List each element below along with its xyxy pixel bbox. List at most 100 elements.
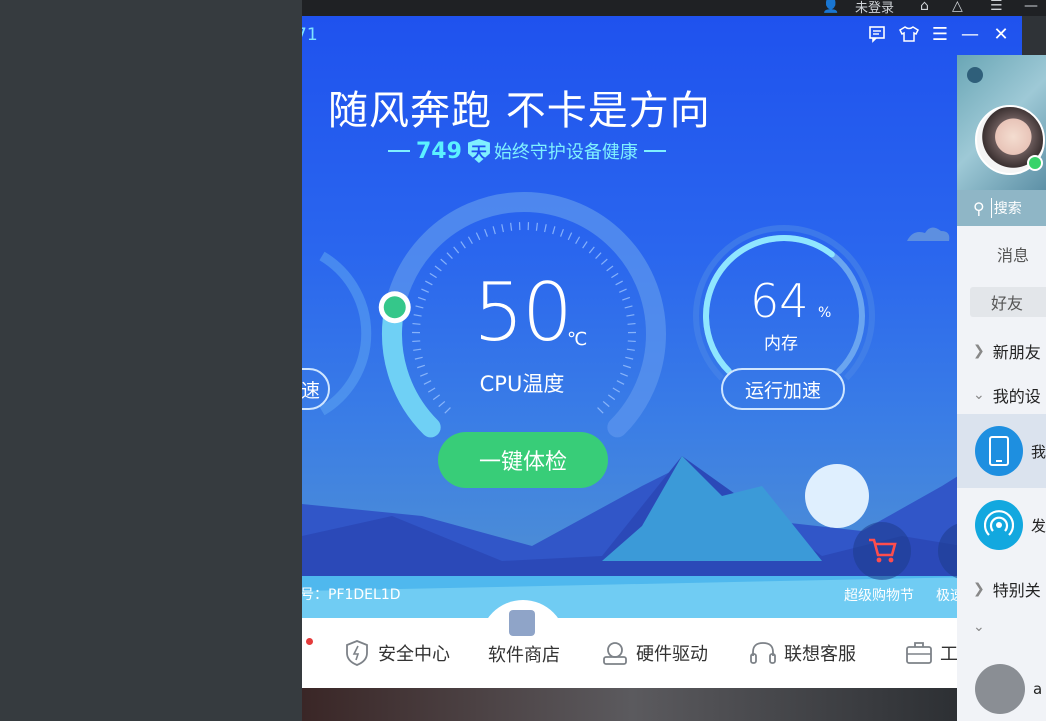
gauge-tick xyxy=(607,394,616,401)
gauge-tick xyxy=(446,252,453,259)
list-item-device-2[interactable]: 发 xyxy=(957,488,1046,562)
cloud xyxy=(907,227,950,241)
nav-toolbox[interactable]: 工 xyxy=(904,618,958,688)
home-icon[interactable]: ⌂ xyxy=(920,0,929,14)
gauge-tick xyxy=(420,372,428,377)
gauge-tick xyxy=(421,288,429,293)
gauge-tick xyxy=(413,314,422,317)
gauge-tick xyxy=(412,340,421,343)
group-label: 我的设 xyxy=(992,387,1041,406)
gauge-tick xyxy=(597,407,604,414)
gauge-tick xyxy=(415,305,424,309)
run-speedup-button[interactable]: 运行加速 xyxy=(721,368,845,410)
gauge-knob-center xyxy=(383,296,406,319)
qq-logo-icon xyxy=(967,67,983,83)
gauge-tick xyxy=(626,348,635,351)
list-item-contact[interactable]: a xyxy=(957,652,1046,721)
group-my-devices[interactable]: ⌄ 我的设 xyxy=(973,383,1041,407)
gauge-tick xyxy=(619,288,627,293)
chevron-right-icon: ❯ xyxy=(973,343,985,359)
qq-search[interactable]: ⚲ 搜索 xyxy=(957,190,1046,226)
nav-label: 软件商店 xyxy=(488,645,560,666)
gauge-tick xyxy=(467,236,473,245)
online-status-icon xyxy=(1027,155,1043,171)
tab-friends[interactable]: 好友 xyxy=(970,287,1046,317)
chevron-down-icon: ⌄ xyxy=(973,619,985,635)
list-item-device-1[interactable]: 我 xyxy=(957,414,1046,488)
gauge-tick xyxy=(427,387,436,393)
gauge-tick xyxy=(622,364,631,369)
cpu-temperature-unit: ℃ xyxy=(567,329,588,350)
bottom-navigation: 安全中心 软件商店 硬件驱动 联想客服 工 xyxy=(302,618,1022,688)
gauge-tick xyxy=(440,258,448,265)
chevron-down-icon: ⌄ xyxy=(973,387,985,403)
gauge-tick xyxy=(429,272,437,279)
device-name: 我 xyxy=(1030,442,1046,461)
login-status[interactable]: 未登录 xyxy=(855,0,894,16)
gauge-tick xyxy=(615,280,623,286)
menu-icon[interactable]: ☰ xyxy=(990,0,1003,14)
group-label: 特别关 xyxy=(992,581,1041,600)
wifi-transfer-icon xyxy=(975,500,1023,550)
avatar xyxy=(975,664,1025,714)
memory-label: 内存 xyxy=(764,334,798,354)
nav-customer-service[interactable]: 联想客服 xyxy=(748,618,856,688)
device-name: 发 xyxy=(1030,516,1046,535)
shopping-festival-label[interactable]: 超级购物节 xyxy=(844,585,914,605)
gauge-tick xyxy=(588,246,595,254)
gauge-tick xyxy=(414,356,423,360)
group-special-care[interactable]: ❯ 特别关 xyxy=(973,577,1041,601)
qq-header xyxy=(957,55,1046,190)
gauge-tick xyxy=(453,246,460,254)
bag-icon[interactable] xyxy=(509,610,535,636)
gauge-tick xyxy=(475,232,481,241)
serial-number: 号：PF1DEL1D xyxy=(302,587,401,603)
memory-usage-value: 64 xyxy=(750,274,809,328)
cart-icon[interactable] xyxy=(853,522,911,580)
tablet-icon xyxy=(975,426,1023,476)
group-label: 新朋友 xyxy=(992,343,1041,362)
nav-label: 工 xyxy=(940,644,958,665)
top-taskbar: 👤 未登录 ⌂ △ ☰ — xyxy=(302,0,1046,16)
gauge-tick xyxy=(567,232,573,241)
background-strip xyxy=(302,688,962,721)
nav-hardware-drivers[interactable]: 硬件驱动 xyxy=(600,618,708,688)
gauge-tick xyxy=(575,236,581,245)
shirt-icon[interactable]: △ xyxy=(952,0,963,14)
qq-panel: ⚲ 搜索 消息 好友 ❯ 新朋友 ⌄ 我的设 我 发 ❯ 特别关 ⌄ a xyxy=(957,55,1046,721)
gauge-tick xyxy=(423,380,432,385)
search-icon: ⚲ xyxy=(973,198,985,218)
gauge-tick xyxy=(460,241,466,249)
gauge-tick xyxy=(434,265,442,272)
group-new-friends[interactable]: ❯ 新朋友 xyxy=(973,339,1041,363)
memory-usage-unit: % xyxy=(818,305,832,321)
gauge-tick xyxy=(616,380,625,385)
gauge-tick xyxy=(412,322,421,325)
gauge-tick xyxy=(626,314,635,317)
nav-software-store-label[interactable]: 软件商店 xyxy=(488,634,560,674)
minimize-icon[interactable]: — xyxy=(1024,0,1038,14)
gauge-tick xyxy=(600,258,608,265)
moon xyxy=(805,464,869,528)
user-icon[interactable]: 👤 xyxy=(822,0,839,14)
group-collapsed[interactable]: ⌄ xyxy=(973,619,993,635)
nav-label: 硬件驱动 xyxy=(636,644,708,665)
headset-icon xyxy=(748,638,778,668)
tab-messages[interactable]: 消息 xyxy=(997,242,1029,266)
nav-security-center[interactable]: 安全中心 xyxy=(342,618,450,688)
gauge-tick xyxy=(611,272,619,279)
cpu-gauge-fill xyxy=(382,297,441,438)
gauge-tick xyxy=(413,348,422,351)
nav-label: 安全中心 xyxy=(378,644,450,665)
gauge-tick xyxy=(484,228,488,237)
one-click-check-button[interactable]: 一键体检 xyxy=(438,432,608,488)
gauge-tick xyxy=(510,222,513,231)
gauge-tick xyxy=(612,387,621,393)
gauge-tick xyxy=(417,296,426,301)
scene xyxy=(302,192,1022,620)
gauge-tick xyxy=(620,372,628,377)
gauge-tick xyxy=(535,222,538,231)
gauge-tick xyxy=(624,305,633,309)
search-input[interactable]: 搜索 xyxy=(990,198,1022,218)
notification-dot xyxy=(306,638,313,645)
